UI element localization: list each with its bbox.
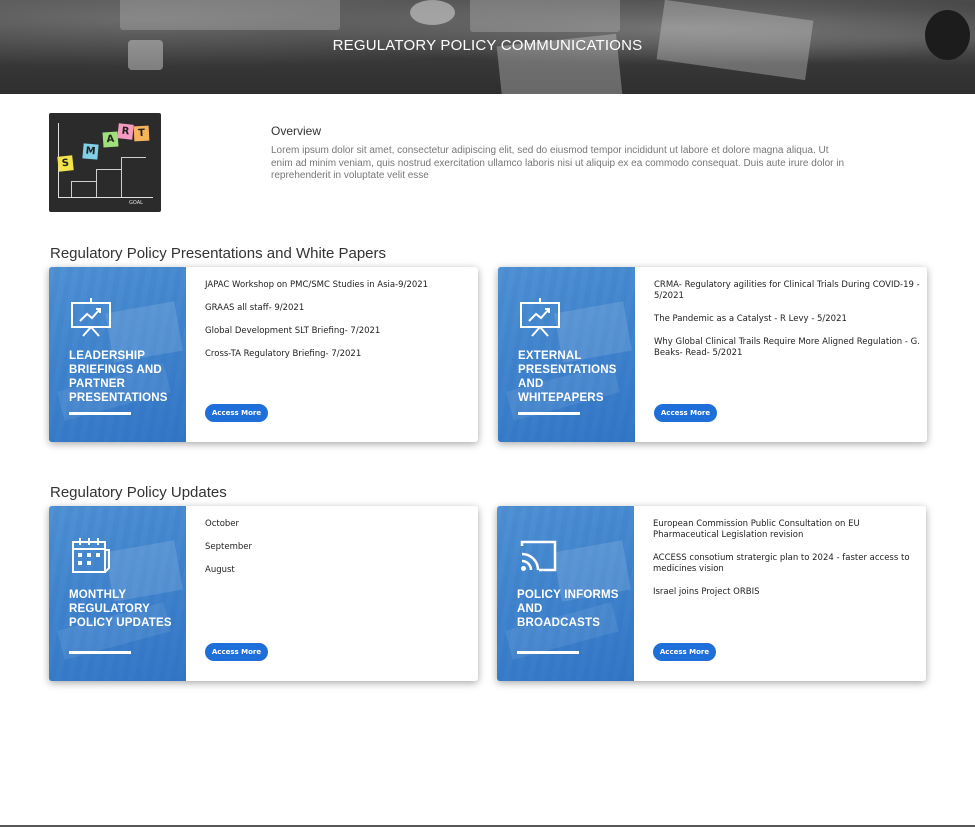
card-panel-rule [517, 651, 579, 654]
section-title-presentations: Regulatory Policy Presentations and Whit… [50, 245, 387, 262]
card-panel-rule [69, 651, 131, 654]
card-item-link[interactable]: Why Global Clinical Trails Require More … [654, 337, 922, 359]
card-panel-label: POLICY INFORMS AND BROADCASTS [517, 589, 619, 629]
card-panel-rule [518, 412, 580, 415]
card-item-link[interactable]: August [205, 565, 473, 576]
card-monthly-updates: MONTHLY REGULATORY POLICY UPDATES Octobe… [49, 506, 478, 681]
card-panel-label: EXTERNAL PRESENTATIONS AND WHITEPAPERS [518, 350, 617, 404]
card-item-list: JAPAC Workshop on PMC/SMC Studies in Asi… [205, 280, 473, 372]
card-external-presentations: EXTERNAL PRESENTATIONS AND WHITEPAPERS C… [498, 267, 927, 442]
presentation-chart-icon [520, 298, 560, 337]
overview-body: Lorem ipsum dolor sit amet, consectetur … [271, 145, 845, 181]
access-more-button[interactable]: Access More [653, 643, 716, 661]
access-more-button[interactable]: Access More [654, 404, 717, 422]
image-step [121, 157, 146, 197]
card-item-link[interactable]: Cross-TA Regulatory Briefing- 7/2021 [205, 349, 473, 360]
presentation-chart-icon [71, 298, 111, 337]
card-leadership-briefings: LEADERSHIP BRIEFINGS AND PARTNER PRESENT… [49, 267, 478, 442]
card-item-link[interactable]: CRMA- Regulatory agilities for Clinical … [654, 280, 922, 302]
card-item-link[interactable]: Global Development SLT Briefing- 7/2021 [205, 326, 473, 337]
card-item-list: European Commission Public Consultation … [653, 519, 921, 610]
card-item-link[interactable]: October [205, 519, 473, 530]
card-item-link[interactable]: ACCESS consotium stratergic plan to 2024… [653, 553, 921, 575]
banner-photo-cup [410, 0, 455, 25]
access-more-button[interactable]: Access More [205, 643, 268, 661]
image-step [96, 169, 121, 197]
card-item-link[interactable]: European Commission Public Consultation … [653, 519, 921, 541]
banner-photo-keyboard [470, 0, 620, 32]
card-panel: MONTHLY REGULATORY POLICY UPDATES [49, 506, 186, 681]
page-title: REGULATORY POLICY COMMUNICATIONS [332, 37, 643, 54]
card-item-link[interactable]: JAPAC Workshop on PMC/SMC Studies in Asi… [205, 280, 473, 291]
image-goal-label: GOAL [129, 200, 143, 206]
calendar-icon [72, 538, 110, 573]
card-item-link[interactable]: The Pandemic as a Catalyst - R Levy - 5/… [654, 314, 922, 325]
card-item-link[interactable]: September [205, 542, 473, 553]
card-policy-broadcasts: POLICY INFORMS AND BROADCASTS European C… [497, 506, 926, 681]
card-panel-label: LEADERSHIP BRIEFINGS AND PARTNER PRESENT… [69, 350, 168, 404]
image-axis-x [58, 197, 153, 198]
access-more-button[interactable]: Access More [205, 404, 268, 422]
card-item-link[interactable]: GRAAS all staff- 9/2021 [205, 303, 473, 314]
image-step [71, 181, 96, 197]
card-item-list: October September August [205, 519, 473, 588]
card-panel: POLICY INFORMS AND BROADCASTS [497, 506, 634, 681]
section-title-updates: Regulatory Policy Updates [50, 484, 227, 501]
cast-icon [520, 540, 557, 572]
banner-photo-laptop [120, 0, 340, 30]
card-panel-label: MONTHLY REGULATORY POLICY UPDATES [69, 589, 172, 629]
card-panel-rule [69, 412, 131, 415]
card-item-list: CRMA- Regulatory agilities for Clinical … [654, 280, 922, 371]
card-panel: EXTERNAL PRESENTATIONS AND WHITEPAPERS [498, 267, 635, 442]
sticky-note-r: R [117, 123, 134, 140]
sticky-note-a: A [102, 131, 119, 148]
smart-goals-image: S M A R T GOAL [49, 113, 161, 212]
card-item-link[interactable]: Israel joins Project ORBIS [653, 587, 921, 598]
sticky-note-s: S [57, 155, 74, 172]
card-panel: LEADERSHIP BRIEFINGS AND PARTNER PRESENT… [49, 267, 186, 442]
sticky-note-m: M [82, 143, 99, 160]
header-banner: REGULATORY POLICY COMMUNICATIONS [0, 0, 975, 94]
overview-title: Overview [271, 124, 322, 138]
sticky-note-t: T [133, 125, 150, 142]
